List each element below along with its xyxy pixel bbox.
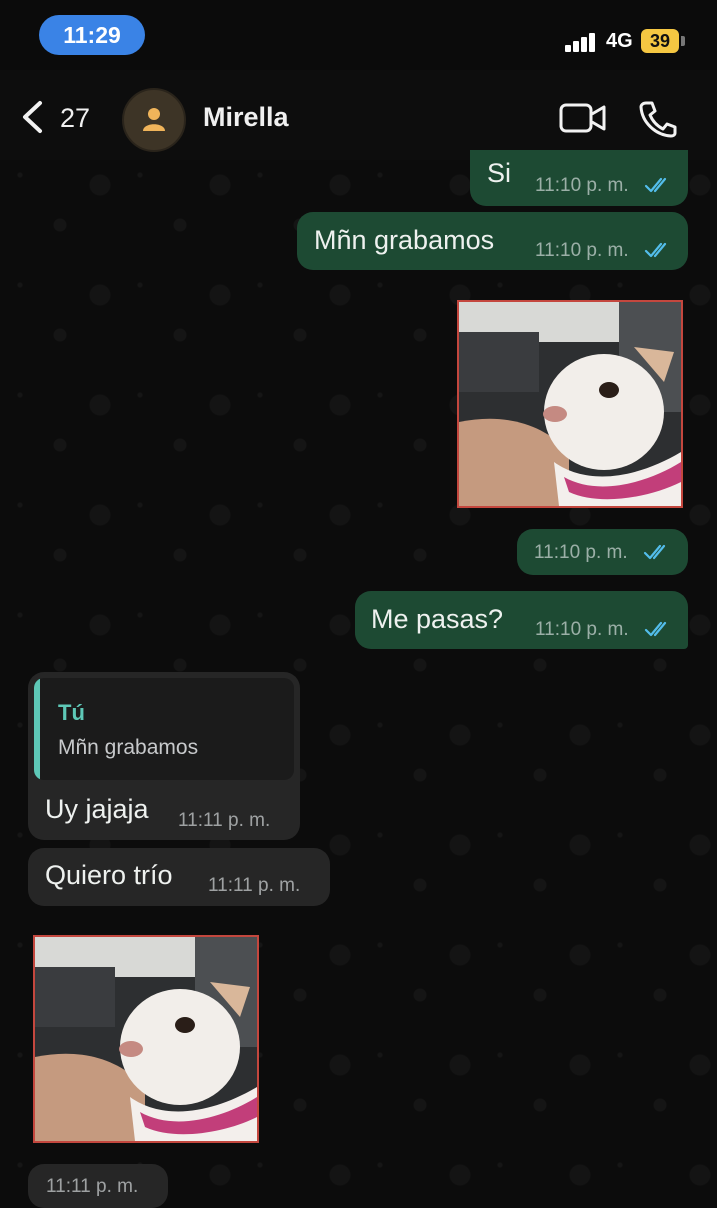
- unread-count[interactable]: 27: [60, 103, 90, 134]
- message-bubble-incoming[interactable]: Quiero trío 11:11 p. m.: [28, 848, 330, 906]
- image-message-outgoing[interactable]: [457, 300, 683, 508]
- quote-author: Tú: [58, 700, 85, 725]
- battery-icon: 39: [641, 29, 679, 53]
- back-chevron-icon[interactable]: [20, 100, 46, 134]
- double-check-icon: [644, 177, 667, 193]
- quote-text: Mñn grabamos: [58, 736, 199, 759]
- battery-tip: [681, 36, 685, 46]
- message-time: 11:10 p. m.: [535, 619, 629, 640]
- message-text: Quiero trío: [45, 860, 173, 890]
- message-bubble-outgoing[interactable]: Mñn grabamos 11:10 p. m.: [297, 212, 688, 270]
- message-time: 11:10 p. m.: [535, 240, 629, 261]
- avatar[interactable]: [122, 88, 186, 152]
- message-bubble-outgoing[interactable]: Si 11:10 p. m.: [470, 150, 688, 206]
- message-time: 11:11 p. m.: [178, 810, 271, 831]
- network-type: 4G: [606, 30, 633, 52]
- chat-header: 27 Mirella: [0, 70, 717, 160]
- double-check-icon: [644, 242, 667, 258]
- message-text: Si: [487, 158, 512, 188]
- message-bubble-outgoing[interactable]: Me pasas? 11:10 p. m.: [355, 591, 688, 649]
- chihuahua-photo: [35, 937, 257, 1141]
- video-call-icon[interactable]: [559, 102, 607, 134]
- phone-icon[interactable]: [638, 100, 678, 138]
- quote-accent-bar: [34, 678, 40, 780]
- user-avatar-icon: [143, 108, 165, 131]
- message-time: 11:10 p. m.: [535, 175, 629, 196]
- double-check-icon: [644, 621, 667, 637]
- message-text: Me pasas?: [371, 604, 504, 634]
- contact-name[interactable]: Mirella: [203, 102, 289, 133]
- message-time: 11:10 p. m.: [534, 542, 628, 563]
- signal-icon: [565, 32, 599, 52]
- message-bubble-outgoing[interactable]: 11:10 p. m.: [517, 529, 688, 575]
- message-text: Mñn grabamos: [314, 225, 495, 255]
- status-time[interactable]: 11:29: [39, 15, 145, 55]
- reply-quote[interactable]: Tú Mñn grabamos: [34, 678, 294, 780]
- message-time: 11:11 p. m.: [46, 1176, 139, 1197]
- status-bar: 11:29 4G 39: [0, 0, 717, 70]
- chihuahua-photo: [459, 302, 681, 506]
- double-check-icon: [643, 544, 666, 560]
- message-time: 11:11 p. m.: [208, 875, 301, 896]
- message-text: Uy jajaja: [45, 794, 149, 824]
- image-message-incoming[interactable]: [33, 935, 259, 1143]
- message-bubble-incoming[interactable]: 11:11 p. m.: [28, 1164, 168, 1208]
